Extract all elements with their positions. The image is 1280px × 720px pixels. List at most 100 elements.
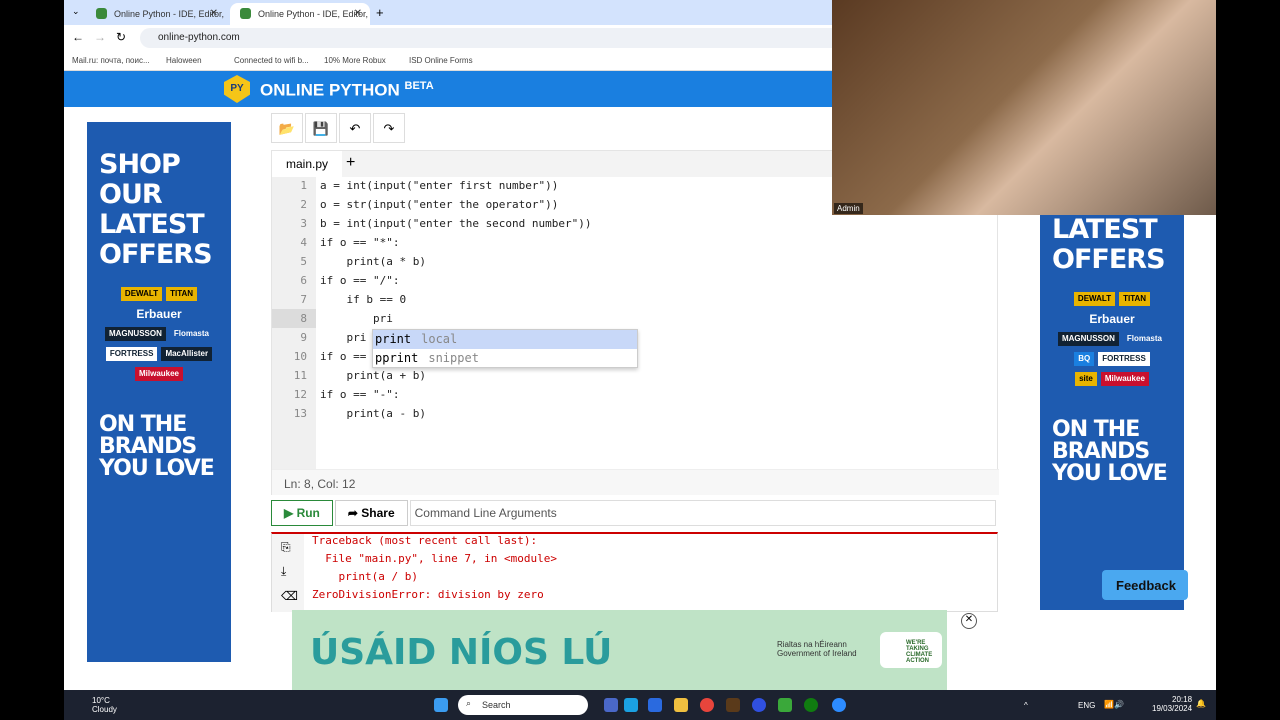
line-number: 7 bbox=[300, 293, 307, 306]
ad-brand: Flomasta bbox=[1126, 334, 1162, 343]
line-number: 13 bbox=[293, 407, 307, 420]
zoom-icon[interactable] bbox=[832, 698, 846, 712]
new-tab-button[interactable]: + bbox=[376, 5, 384, 20]
share-button[interactable]: ➦ Share bbox=[334, 500, 408, 526]
store-icon[interactable] bbox=[648, 698, 662, 712]
share-label: Share bbox=[361, 506, 395, 520]
code-line: if b == 0 bbox=[320, 293, 407, 306]
command-line-args-input[interactable]: Command Line Arguments bbox=[409, 500, 996, 526]
close-ad-icon[interactable]: ✕ bbox=[961, 613, 977, 629]
site-brand[interactable]: ONLINE PYTHON BETA bbox=[260, 80, 434, 101]
ad-badge: WE'RE TAKING CLIMATE ACTION bbox=[880, 632, 942, 668]
active-line-highlight bbox=[272, 309, 316, 328]
code-line: b = int(input("enter the second number")… bbox=[320, 217, 592, 230]
teams-icon[interactable] bbox=[604, 698, 618, 712]
windows-start-icon[interactable] bbox=[434, 698, 448, 712]
line-number: 2 bbox=[300, 198, 307, 211]
undo-icon[interactable]: ↶ bbox=[339, 113, 371, 143]
app-icon[interactable] bbox=[726, 698, 740, 712]
ad-brand: TITAN bbox=[1119, 292, 1151, 306]
time: 20:18 bbox=[1172, 695, 1193, 704]
weather-widget[interactable]: 10°C Cloudy bbox=[92, 696, 117, 714]
ad-brand-list: DEWALT TITAN Erbauer MAGNUSSON Flomasta BQ… bbox=[1052, 289, 1172, 389]
taskbar-search[interactable]: ⌕ Search bbox=[458, 695, 588, 715]
autocomplete-item[interactable]: print local bbox=[373, 330, 637, 349]
close-tab-icon[interactable]: ✕ bbox=[354, 8, 362, 19]
share-icon: ➦ bbox=[347, 506, 362, 520]
eraser-icon[interactable]: ⌫ bbox=[281, 589, 298, 603]
favicon-icon bbox=[96, 8, 107, 19]
notification-bell-icon[interactable]: 🔔 bbox=[1196, 699, 1206, 708]
ad-footer: ON THE BRANDS YOU LOVE bbox=[1052, 417, 1168, 486]
ad-brand: Erbauer bbox=[1089, 312, 1135, 326]
minecraft-icon[interactable] bbox=[778, 698, 792, 712]
ad-brand: DEWALT bbox=[120, 287, 163, 301]
bookmark[interactable]: 10% More Robux bbox=[324, 56, 386, 65]
tray-chevron-icon[interactable]: ^ bbox=[1024, 701, 1028, 710]
bookmark[interactable]: Mail.ru: почта, поис... bbox=[72, 56, 150, 65]
search-icon: ⌕ bbox=[466, 698, 472, 708]
copy-icon[interactable]: ⎘ bbox=[281, 540, 291, 555]
clock[interactable]: 20:18 19/03/2024 bbox=[1152, 695, 1192, 713]
folder-open-icon[interactable]: 📂 bbox=[271, 113, 303, 143]
wifi-volume-icon[interactable]: 📶🔊 bbox=[1104, 700, 1124, 709]
webcam-label: Admin bbox=[834, 203, 863, 214]
autocomplete-item[interactable]: pprint snippet bbox=[373, 349, 637, 368]
tab-list-chevron-icon[interactable]: ⌄ bbox=[72, 6, 80, 17]
ad-brand: BQ bbox=[1074, 352, 1095, 366]
feedback-button[interactable]: Feedback bbox=[1102, 570, 1188, 600]
reload-icon[interactable]: ↻ bbox=[116, 30, 126, 44]
browser-tab[interactable]: Online Python - IDE, Editor, Co ✕ bbox=[86, 3, 226, 25]
forward-icon[interactable]: → bbox=[94, 30, 106, 44]
ad-brand: DEWALT bbox=[1073, 292, 1116, 306]
back-icon[interactable]: ← bbox=[72, 30, 84, 44]
bookmark[interactable]: ISD Online Forms bbox=[409, 56, 473, 65]
run-button[interactable]: ▶ Run bbox=[271, 500, 333, 526]
search-label: Search bbox=[482, 700, 511, 710]
code-line: if o == "*": bbox=[320, 236, 400, 249]
code-line: print(a - b) bbox=[320, 407, 426, 420]
ad-brand: Milwaukee bbox=[134, 367, 183, 381]
browser-tab-active[interactable]: Online Python - IDE, Editor, Co ✕ bbox=[230, 3, 370, 25]
editor-toolbar: 📂 💾 ↶ ↷ bbox=[271, 113, 407, 143]
media-player-icon[interactable] bbox=[752, 698, 766, 712]
beta-badge: BETA bbox=[404, 80, 434, 92]
webcam-overlay: Admin bbox=[832, 0, 1216, 215]
ad-footer: ON THE BRANDS YOU LOVE bbox=[99, 412, 215, 481]
ad-brand-list: DEWALT TITAN Erbauer MAGNUSSON Flomasta FO… bbox=[99, 284, 219, 384]
bookmark-folder[interactable]: Haloween bbox=[166, 56, 202, 65]
chrome-icon[interactable] bbox=[700, 698, 714, 712]
console-tools: ⎘ ⤓ ⌫ bbox=[272, 534, 304, 612]
language-indicator[interactable]: ENG bbox=[1078, 701, 1095, 710]
left-ad[interactable]: SHOP OUR LATEST OFFERS DEWALT TITAN Erbau… bbox=[87, 122, 231, 662]
console-output[interactable]: ⎘ ⤓ ⌫ Traceback (most recent call last):… bbox=[271, 532, 998, 612]
add-file-button[interactable]: + bbox=[346, 154, 355, 172]
right-ad[interactable]: LATEST OFFERS DEWALT TITAN Erbauer MAGNUS… bbox=[1040, 215, 1184, 610]
weather-temp: 10°C bbox=[92, 696, 110, 705]
tab-main-py[interactable]: main.py bbox=[272, 151, 342, 177]
console-line: Traceback (most recent call last): bbox=[312, 534, 538, 547]
edge-icon[interactable] bbox=[624, 698, 638, 712]
site-logo[interactable]: PY bbox=[224, 75, 250, 103]
bottom-ad[interactable]: ÚSÁID NÍOS LÚ Rialtas na hÉireann Govern… bbox=[292, 610, 947, 690]
save-icon[interactable]: 💾 bbox=[305, 113, 337, 143]
line-number: 10 bbox=[293, 350, 307, 363]
ad-brand: Milwaukee bbox=[1100, 372, 1149, 386]
ad-brand: site bbox=[1075, 372, 1097, 386]
favicon-icon bbox=[240, 8, 251, 19]
redo-icon[interactable]: ↷ bbox=[373, 113, 405, 143]
code-line: print(a * b) bbox=[320, 255, 426, 268]
close-tab-icon[interactable]: ✕ bbox=[210, 8, 218, 19]
line-number: 12 bbox=[293, 388, 307, 401]
ad-brand: Flomasta bbox=[173, 329, 209, 338]
file-explorer-icon[interactable] bbox=[674, 698, 688, 712]
bookmark[interactable]: Connected to wifi b... bbox=[234, 56, 309, 65]
download-icon[interactable]: ⤓ bbox=[281, 564, 286, 579]
xbox-icon[interactable] bbox=[804, 698, 818, 712]
code-line: if o == "-": bbox=[320, 388, 400, 401]
suggestion-name: pprint bbox=[375, 351, 419, 365]
console-line: print(a / b) bbox=[312, 570, 418, 583]
code-line: pri bbox=[320, 331, 367, 344]
taskbar: 10°C Cloudy ⌕ Search ^ ENG 📶🔊 20:18 19/03/2… bbox=[64, 690, 1216, 720]
suggestion-name: print bbox=[375, 332, 412, 346]
